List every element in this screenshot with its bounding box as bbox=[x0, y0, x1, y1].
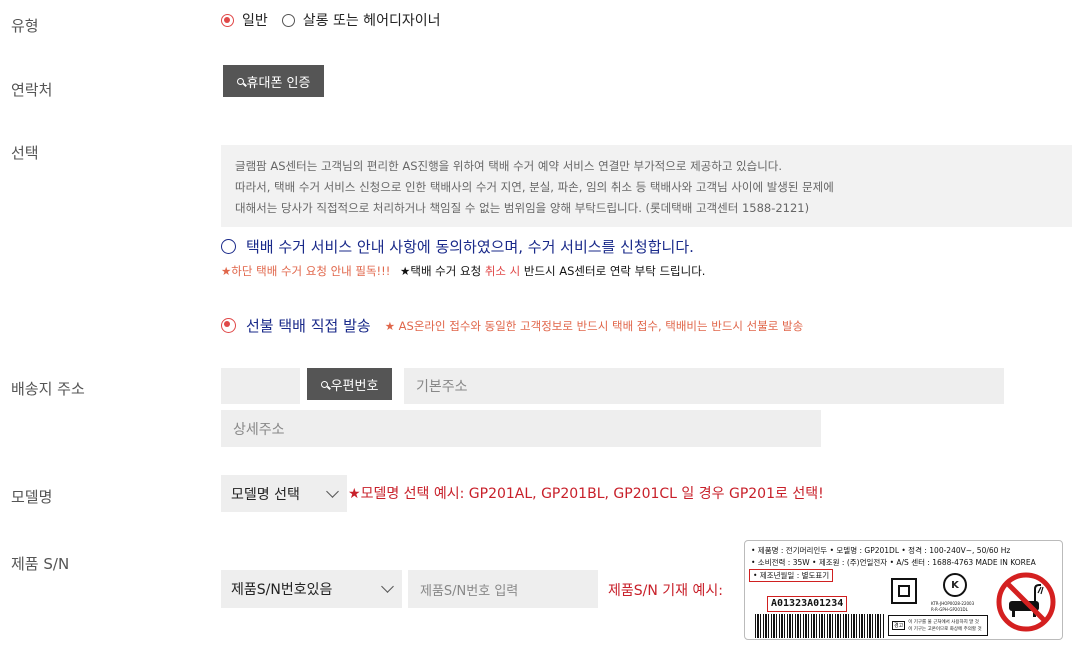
label-warning-box: 경고 이 기구를 물 근처에서 사용하지 말 것 이 기구는 고온이므로 화상에… bbox=[888, 615, 988, 636]
radio-selected-icon[interactable] bbox=[221, 13, 234, 27]
pickup-note-part1: 택배 수거 요청 bbox=[410, 264, 485, 278]
model-label: 모델명 bbox=[11, 488, 53, 506]
address-label: 배송지 주소 bbox=[11, 380, 85, 398]
kc-sub-line: R-R-GPH-GP201DL bbox=[931, 607, 968, 612]
warning-line-2: 이 기구는 고온이므로 화상에 주의할 것 bbox=[908, 626, 982, 632]
kc-mark-icon: K bbox=[943, 573, 967, 597]
product-label-sample: • 제품명 : 전기머리인두 • 모델명 : GP201DL • 정격 : 10… bbox=[744, 540, 1063, 640]
pickup-note-cancel: 취소 시 bbox=[484, 264, 521, 278]
search-icon bbox=[236, 77, 244, 85]
pickup-note-part2: 반드시 AS센터로 연락 부탁 드립니다. bbox=[520, 264, 706, 278]
warning-line-1: 이 기구를 물 근처에서 사용하지 말 것 bbox=[908, 619, 979, 625]
zipcode-search-button[interactable]: 우편번호 bbox=[307, 368, 392, 400]
phone-verify-label: 휴대폰 인증 bbox=[246, 75, 311, 91]
pickup-note-line: ★하단 택배 수거 요청 안내 필독!!! ★택배 수거 요청 취소 시 반드시… bbox=[221, 263, 705, 279]
no-bathtub-warning-icon bbox=[995, 571, 1057, 633]
type-option-salon-label: 살롱 또는 헤어디자이너 bbox=[302, 13, 441, 29]
prepaid-option[interactable]: 선불 택배 직접 발송 bbox=[221, 315, 371, 336]
search-icon bbox=[320, 380, 328, 388]
zipcode-button-label: 우편번호 bbox=[330, 378, 379, 394]
basic-address-input[interactable]: 기본주소 bbox=[404, 368, 1004, 404]
label-spec-line-2: • 소비전력 : 35W • 제조원 : (주)언일전자 • A/S 센터 : … bbox=[751, 558, 1036, 567]
kc-code: KTR-JHOP0028-22003 R-R-GPH-GP201DL bbox=[931, 601, 974, 613]
pickup-agree-label: 택배 수거 서비스 안내 사항에 동의하였으며, 수거 서비스를 신청합니다. bbox=[246, 238, 694, 256]
prepaid-note: ★ AS온라인 접수와 동일한 고객정보로 반드시 택배 접수, 택배비는 반드… bbox=[384, 318, 804, 333]
notice-line-3: 대해서는 당사가 직접적으로 처리하거나 책임질 수 없는 범위임을 양해 부탁… bbox=[235, 201, 810, 215]
star-icon: ★ bbox=[348, 486, 361, 502]
serial-example-label: 제품S/N 기재 예시: bbox=[608, 583, 723, 599]
type-option-salon[interactable]: 살롱 또는 헤어디자이너 bbox=[281, 10, 441, 30]
prepaid-label: 선불 택배 직접 발송 bbox=[246, 317, 371, 335]
notice-line-1: 글램팜 AS센터는 고객님의 편리한 AS진행을 위하여 택배 수거 예약 서비… bbox=[235, 159, 783, 173]
star-icon: ★ bbox=[400, 264, 411, 278]
serial-number-input[interactable]: 제품S/N번호 입력 bbox=[408, 570, 598, 608]
prepaid-option-row: 선불 택배 직접 발송 ★ AS온라인 접수와 동일한 고객정보로 반드시 택배… bbox=[221, 315, 803, 336]
type-option-general[interactable]: 일반 bbox=[221, 10, 268, 30]
type-label: 유형 bbox=[11, 17, 39, 35]
double-insulation-icon bbox=[891, 578, 917, 604]
label-spec-lines: • 제품명 : 전기머리인두 • 모델명 : GP201DL • 정격 : 10… bbox=[751, 545, 1036, 569]
radio-unselected-icon[interactable] bbox=[221, 239, 236, 254]
model-hint-text: 모델명 선택 예시: GP201AL, GP201BL, GP201CL 일 경… bbox=[360, 486, 824, 502]
contact-label: 연락처 bbox=[11, 81, 53, 99]
warning-tag: 경고 bbox=[892, 621, 906, 630]
radio-selected-icon[interactable] bbox=[221, 318, 236, 333]
label-mfg-date: • 제조년월일 : 별도표기 bbox=[749, 569, 834, 582]
model-select-value: 모델명 선택 bbox=[231, 486, 300, 503]
model-select[interactable]: 모델명 선택 bbox=[221, 475, 347, 512]
pickup-red-note: ★하단 택배 수거 요청 안내 필독!!! bbox=[221, 264, 391, 278]
chevron-down-icon bbox=[326, 484, 339, 498]
warning-text: 이 기구를 물 근처에서 사용하지 말 것 이 기구는 고온이므로 화상에 주의… bbox=[908, 619, 981, 633]
detail-address-input[interactable]: 상세주소 bbox=[221, 410, 821, 447]
pickup-notice-box: 글램팜 AS센터는 고객님의 편리한 AS진행을 위하여 택배 수거 예약 서비… bbox=[221, 145, 1072, 227]
model-hint: ★모델명 선택 예시: GP201AL, GP201BL, GP201CL 일 … bbox=[348, 483, 824, 503]
label-spec-line-1: • 제품명 : 전기머리인두 • 모델명 : GP201DL • 정격 : 10… bbox=[751, 546, 1011, 555]
serial-select-value: 제품S/N번호있음 bbox=[231, 582, 333, 598]
zipcode-input[interactable] bbox=[221, 368, 300, 404]
serial-label: 제품 S/N bbox=[11, 555, 70, 573]
serial-select[interactable]: 제품S/N번호있음 bbox=[221, 570, 402, 608]
type-option-general-label: 일반 bbox=[242, 13, 268, 29]
select-label: 선택 bbox=[11, 144, 39, 162]
pickup-agree-option[interactable]: 택배 수거 서비스 안내 사항에 동의하였으며, 수거 서비스를 신청합니다. bbox=[221, 236, 694, 257]
barcode-icon bbox=[755, 614, 885, 638]
label-serial-number: A01323A01234 bbox=[767, 596, 848, 612]
type-radio-group: 일반 살롱 또는 헤어디자이너 bbox=[221, 10, 440, 30]
chevron-down-icon bbox=[381, 580, 394, 593]
radio-unselected-icon[interactable] bbox=[281, 13, 295, 27]
phone-verify-button[interactable]: 휴대폰 인증 bbox=[223, 65, 324, 97]
notice-line-2: 따라서, 택배 수거 서비스 신청으로 인한 택배사의 수거 지연, 분실, 파… bbox=[235, 180, 834, 194]
